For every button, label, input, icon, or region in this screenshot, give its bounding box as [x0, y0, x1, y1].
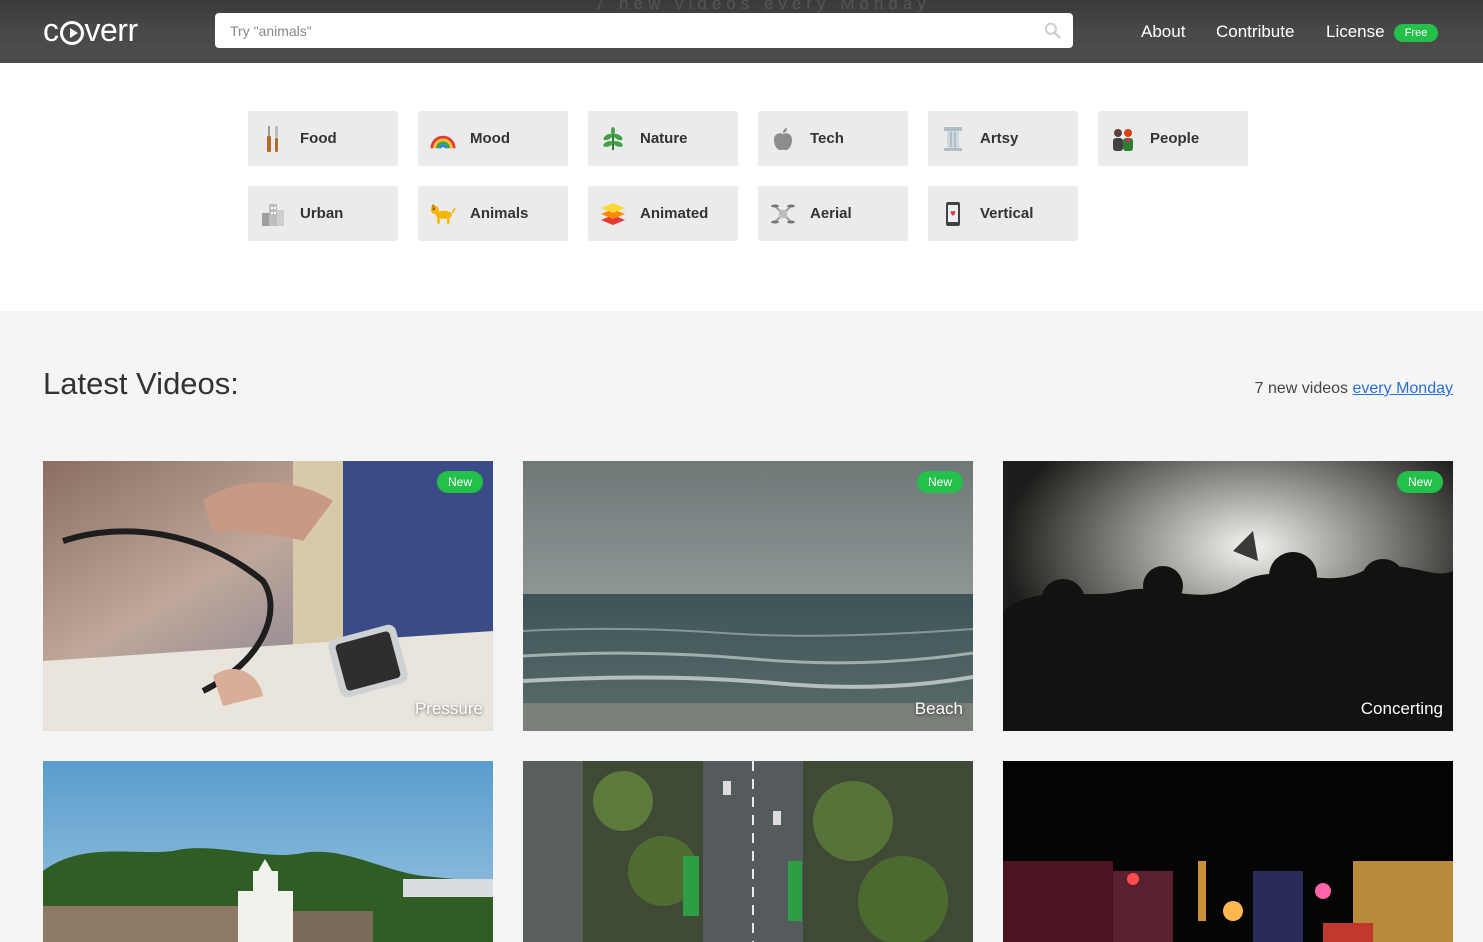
- video-thumbnail-church: [43, 761, 493, 942]
- new-badge: New: [917, 471, 963, 493]
- video-thumbnail-beach: [523, 461, 973, 731]
- logo-text-rest: verr: [84, 12, 139, 48]
- category-label: Mood: [470, 130, 510, 147]
- nav-about[interactable]: About: [1141, 22, 1185, 42]
- video-card[interactable]: New Pressure: [43, 461, 493, 731]
- video-caption: Concerting: [1360, 699, 1443, 718]
- video-card[interactable]: New Concerting: [1003, 461, 1453, 731]
- category-nature[interactable]: Nature: [588, 111, 738, 166]
- subtitle-text: 7 new videos: [1254, 380, 1349, 397]
- latest-videos-subtitle: 7 new videos every Monday: [1255, 380, 1453, 398]
- video-card[interactable]: [43, 761, 493, 942]
- fork-knife-icon: [260, 125, 286, 152]
- category-artsy[interactable]: Artsy: [928, 111, 1078, 166]
- header-background-text: 7 new videos every Monday: [595, 0, 931, 13]
- category-label: Food: [300, 130, 337, 147]
- category-label: Tech: [810, 130, 844, 147]
- category-label: Animals: [470, 205, 529, 222]
- category-label: Urban: [300, 205, 344, 222]
- new-badge: New: [1397, 471, 1443, 493]
- search-icon[interactable]: [1044, 22, 1061, 39]
- category-label: Animated: [640, 205, 709, 222]
- video-caption: Beach: [914, 699, 963, 718]
- categories-section: Food Mood Nature Tech Artsy People Urban…: [0, 63, 1483, 311]
- category-label: Vertical: [980, 205, 1034, 222]
- search-bar: [215, 13, 1073, 48]
- category-mood[interactable]: Mood: [418, 111, 568, 166]
- every-monday-link[interactable]: every Monday: [1353, 380, 1454, 397]
- category-food[interactable]: Food: [248, 111, 398, 166]
- nav-contribute[interactable]: Contribute: [1216, 22, 1294, 42]
- phone-icon: [940, 201, 966, 227]
- drone-icon: [770, 201, 796, 227]
- category-label: Aerial: [810, 205, 852, 222]
- category-animated[interactable]: Animated: [588, 186, 738, 241]
- layers-icon: [600, 201, 626, 227]
- logo-play-icon: [59, 20, 84, 45]
- rainbow-icon: [430, 126, 456, 152]
- nav-license[interactable]: License: [1326, 22, 1385, 42]
- video-card[interactable]: [1003, 761, 1453, 942]
- top-header: 7 new videos every Monday cverr About Co…: [0, 0, 1483, 63]
- category-label: People: [1150, 130, 1200, 147]
- category-urban[interactable]: Urban: [248, 186, 398, 241]
- video-thumbnail-concerting: [1003, 461, 1453, 731]
- video-thumbnail-pressure: [43, 461, 493, 731]
- apple-icon: [770, 126, 796, 152]
- category-tech[interactable]: Tech: [758, 111, 908, 166]
- herb-icon: [600, 126, 626, 152]
- category-aerial[interactable]: Aerial: [758, 186, 908, 241]
- category-vertical[interactable]: Vertical: [928, 186, 1078, 241]
- category-label: Nature: [640, 130, 688, 147]
- video-thumbnail-aerial-road: [523, 761, 973, 942]
- category-label: Artsy: [980, 130, 1019, 147]
- coverr-logo[interactable]: c verr: [43, 12, 138, 49]
- license-free-badge: Free: [1394, 24, 1438, 42]
- search-input[interactable]: [215, 13, 1015, 48]
- video-caption: Pressure: [414, 699, 483, 718]
- buildings-icon: [260, 201, 286, 227]
- category-people[interactable]: People: [1098, 111, 1248, 166]
- column-icon: [940, 126, 966, 152]
- latest-videos-heading: Latest Videos:: [43, 366, 239, 401]
- video-card[interactable]: New Beach: [523, 461, 973, 731]
- video-thumbnail-city-night: [1003, 761, 1453, 942]
- new-badge: New: [437, 471, 483, 493]
- video-card[interactable]: [523, 761, 973, 942]
- category-animals[interactable]: Animals: [418, 186, 568, 241]
- people-icon: [1110, 126, 1136, 152]
- logo-text: c: [43, 12, 59, 48]
- dog-icon: [430, 201, 456, 227]
